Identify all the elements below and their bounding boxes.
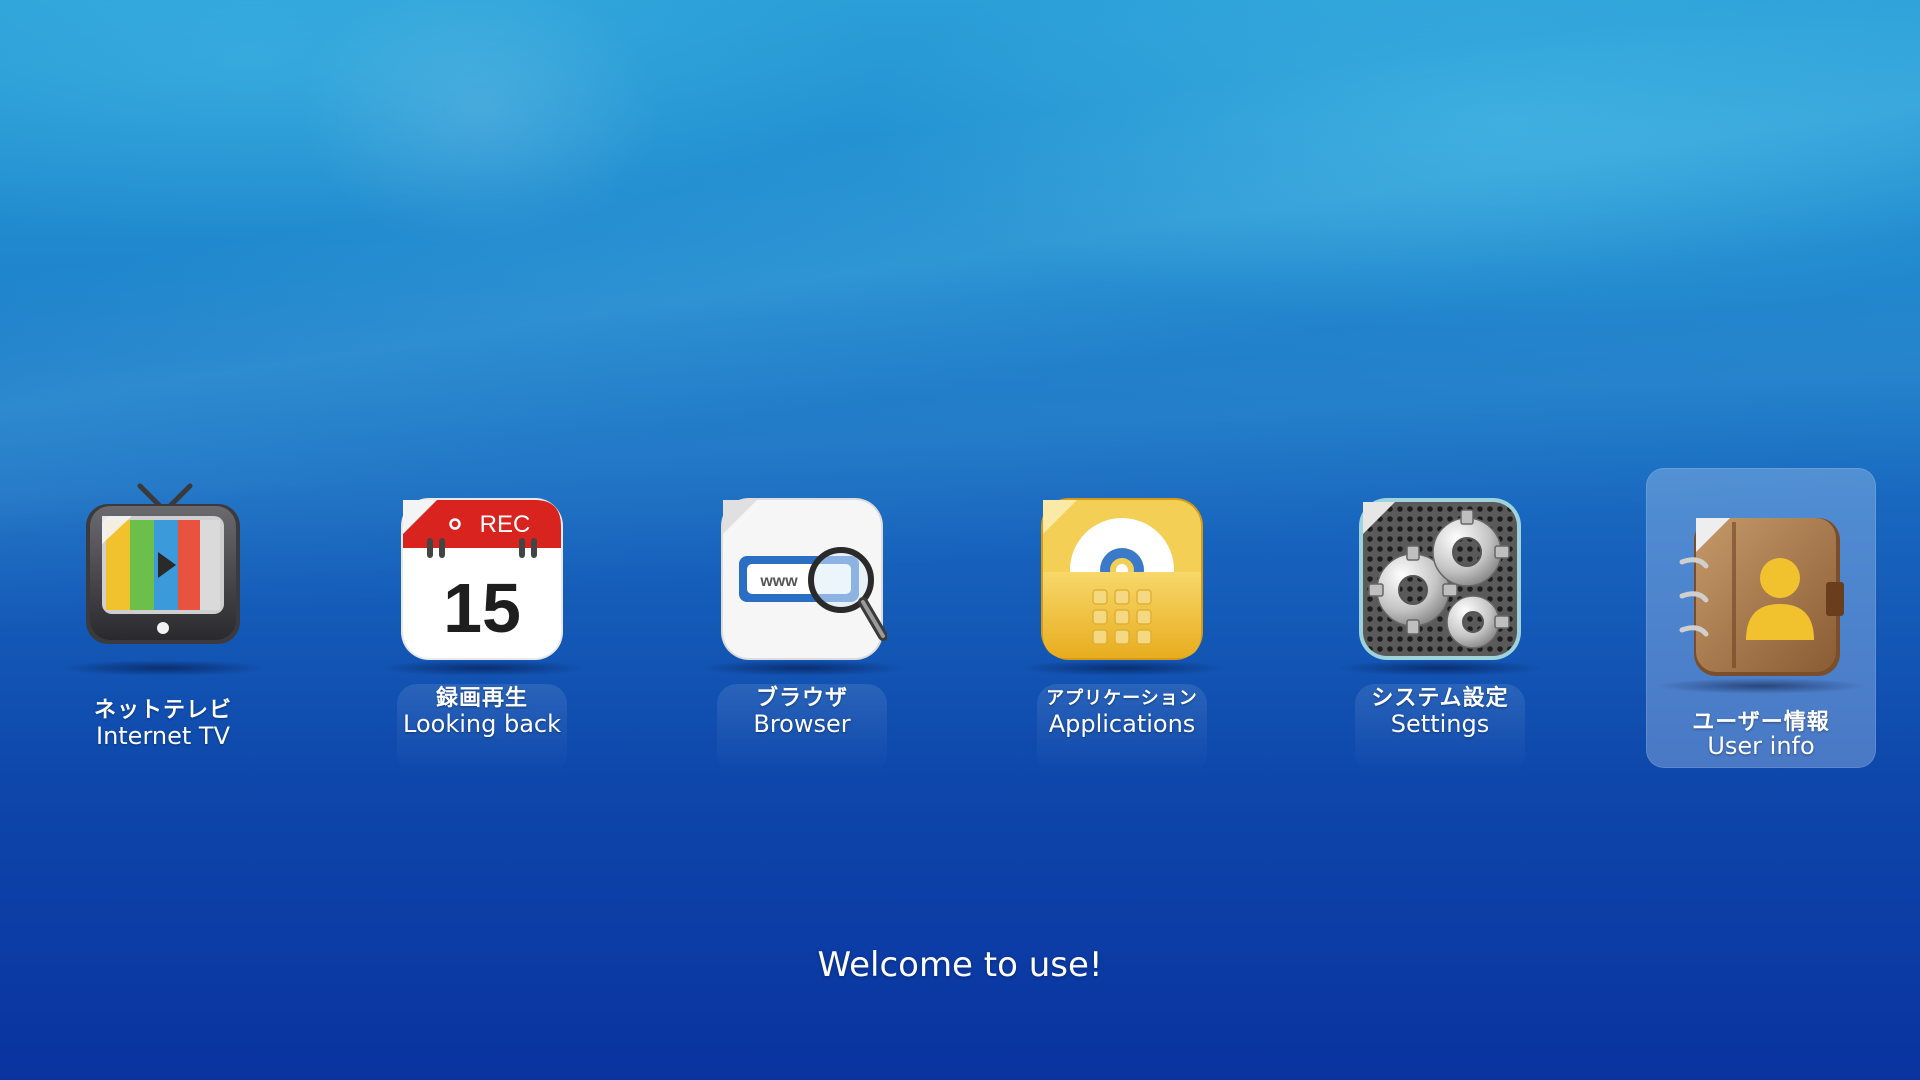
icon-shadow [697,660,907,676]
calendar-rec-icon: REC 15 [397,494,567,664]
launcher-item-label-en: Browser [753,710,851,738]
launcher-item-user-info[interactable]: ユーザー情報 User info [1646,468,1876,768]
day-number: 15 [443,569,521,647]
launcher-item-browser[interactable]: www ブラウザ Browser [687,470,917,774]
launcher-item-label-jp: アプリケーション [1046,688,1198,709]
launcher-item-internet-tv[interactable]: ネットテレビ Internet TV [48,470,278,770]
icon-shadow [1017,660,1227,676]
launcher-item-label-en: Internet TV [95,722,230,750]
launcher-item-label-jp: ネットテレビ [93,698,232,723]
welcome-message: Welcome to use! [817,945,1103,985]
launcher-item-label-en: Applications [1048,710,1196,738]
launcher-item-label-jp: システム設定 [1371,686,1509,711]
icon-shadow [377,660,587,676]
launcher-item-label-en: Settings [1390,710,1490,738]
icon-shadow [1656,678,1866,694]
app-launcher: ネットテレビ Internet TV REC 15 録画再生 Looking b… [0,468,1920,790]
launcher-item-label-en: Looking back [403,710,561,738]
rec-label: REC [480,511,531,538]
icon-shadow [58,660,268,676]
launcher-item-label-en: User info [1707,732,1815,760]
www-label: www [759,573,798,590]
launcher-item-looking-back[interactable]: REC 15 録画再生 Looking back [367,470,597,774]
launcher-item-settings[interactable]: システム設定 Settings [1325,470,1555,774]
launcher-item-label-jp: 録画再生 [435,686,528,711]
launcher-item-applications[interactable]: アプリケーション Applications [1007,470,1237,774]
home-screen: ネットテレビ Internet TV REC 15 録画再生 Looking b… [0,0,1920,1080]
icon-shadow [1335,660,1545,676]
tv-icon [78,482,248,652]
gears-icon [1355,494,1525,664]
launcher-item-label-jp: ブラウザ [755,686,848,711]
applications-folder-icon [1037,494,1207,664]
browser-magnifier-icon: www [717,494,887,664]
address-book-icon [1676,512,1846,682]
